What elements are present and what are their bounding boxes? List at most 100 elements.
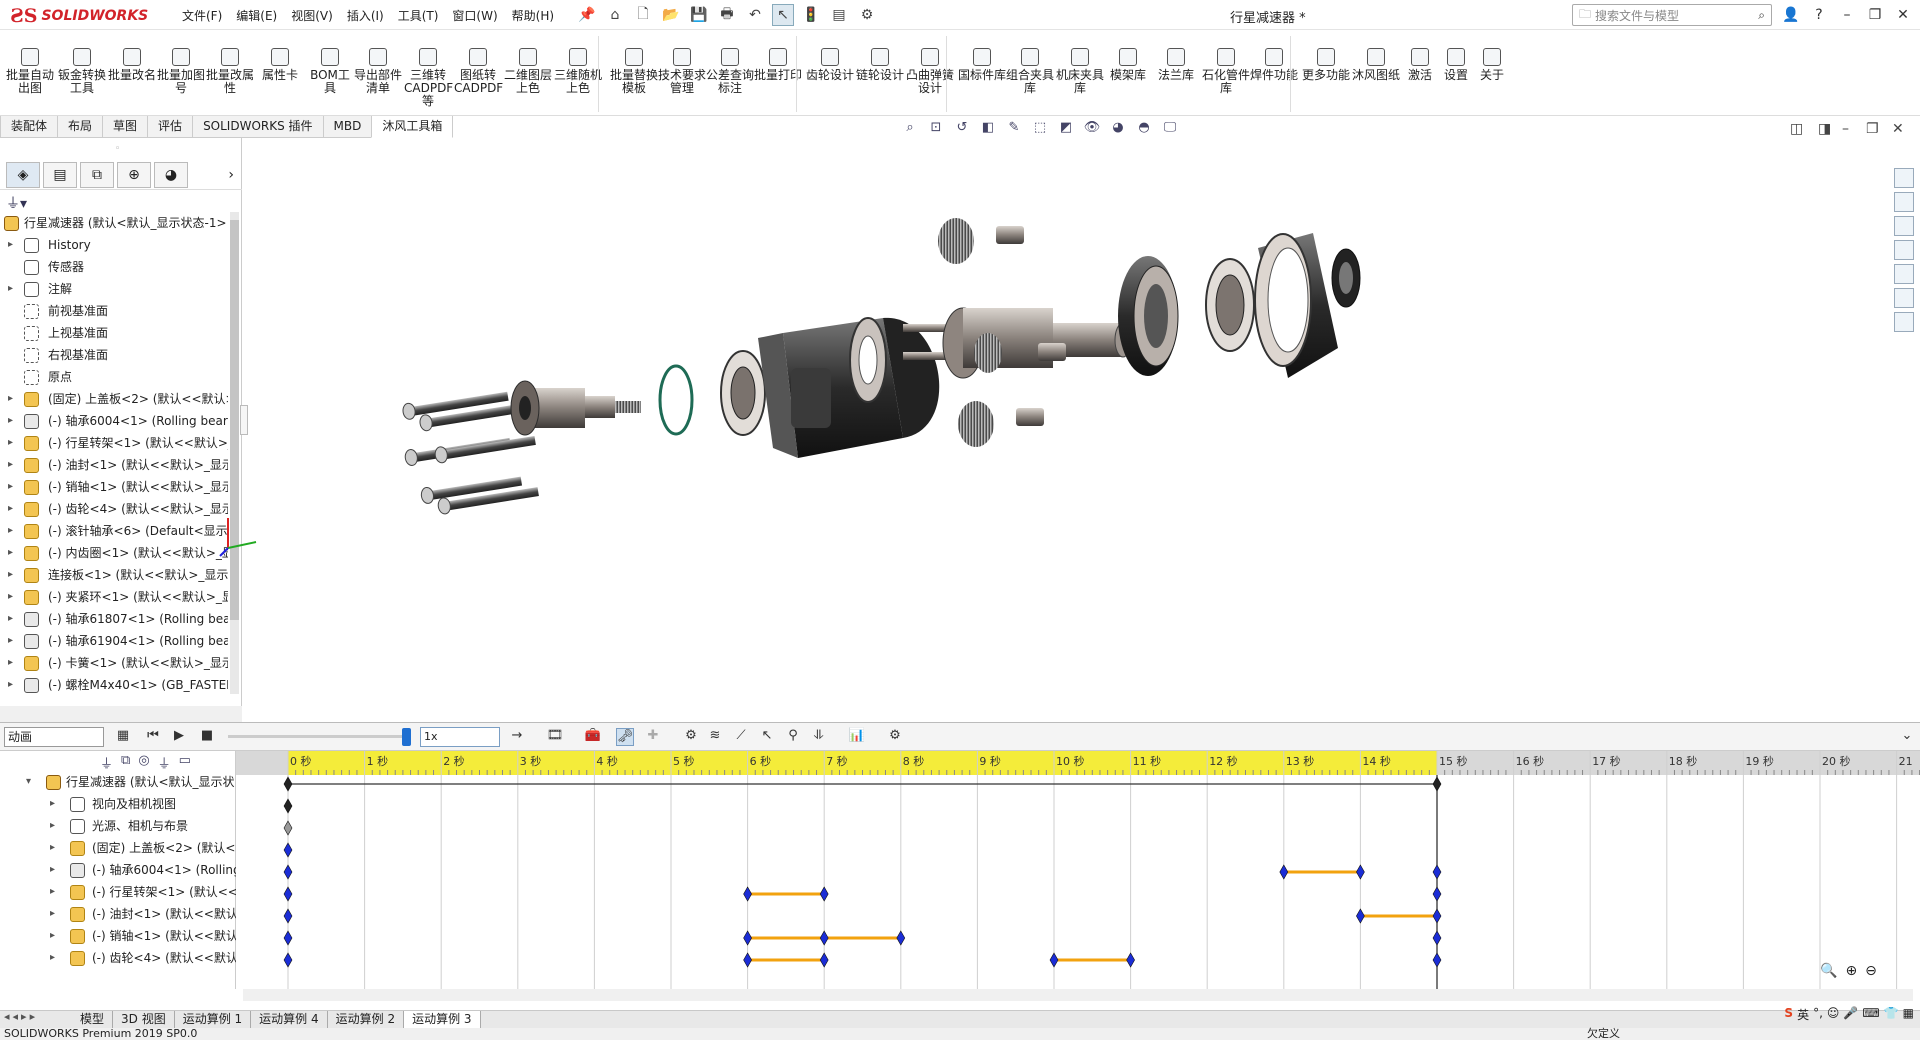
motion-tree-node[interactable]: ▸ (固定) 上盖板<2> (默认<: [0, 837, 236, 859]
ribbon-button[interactable]: 批量自动出图: [6, 48, 54, 116]
graphics-area[interactable]: [219, 138, 1913, 722]
previous-view-icon[interactable]: ↺: [952, 120, 972, 138]
file-explorer-icon[interactable]: [1894, 240, 1914, 260]
tab-mufeng-toolbox[interactable]: 沐风工具箱: [371, 116, 454, 138]
chevron-right-icon[interactable]: ›: [228, 167, 234, 183]
keyframe-marker[interactable]: [283, 952, 293, 968]
ribbon-button[interactable]: 关于: [1468, 48, 1516, 116]
tree-node[interactable]: ▸ 注解: [0, 278, 228, 300]
viewport-close-icon[interactable]: ✕: [1892, 121, 1904, 137]
play-from-start-icon[interactable]: ⏮: [144, 728, 162, 746]
stop-icon[interactable]: ■: [198, 728, 216, 746]
feature-manager-tab-icon[interactable]: ◈: [6, 161, 40, 188]
ribbon-button[interactable]: 批量加图号: [157, 48, 205, 116]
ribbon-button[interactable]: 法兰库: [1152, 48, 1200, 116]
keyframe-marker[interactable]: [283, 842, 293, 858]
ribbon-button[interactable]: 公差查询标注: [706, 48, 754, 116]
playback-mode-icon[interactable]: →: [508, 728, 526, 746]
expand-arrow-icon[interactable]: ▸: [8, 498, 18, 520]
menu-file[interactable]: 文件(F): [182, 7, 222, 24]
ribbon-button[interactable]: 链轮设计: [856, 48, 904, 116]
keyframe-marker[interactable]: [1432, 908, 1442, 924]
ime-language[interactable]: 英: [1797, 1006, 1809, 1023]
menu-insert[interactable]: 插入(I): [347, 7, 384, 24]
keyframe-marker[interactable]: [1432, 952, 1442, 968]
dimxpert-manager-tab-icon[interactable]: ⊕: [117, 161, 151, 188]
search-box[interactable]: 🗀 搜索文件与模型 ⌕: [1572, 4, 1772, 26]
keyframe-marker[interactable]: [283, 864, 293, 880]
motion-tree-node[interactable]: ▸ (-) 行星转架<1> (默认<<: [0, 881, 236, 903]
user-icon[interactable]: 👤: [1780, 4, 1802, 26]
zoom-to-fit-icon[interactable]: ⌕: [900, 120, 920, 138]
expand-arrow-icon[interactable]: ▸: [50, 947, 55, 969]
keyframe-marker[interactable]: [1049, 952, 1059, 968]
options-gear-icon[interactable]: ⚙: [856, 4, 878, 26]
expand-arrow-icon[interactable]: ▾: [26, 771, 31, 793]
motion-tree-node[interactable]: ▾ 行星减速器 (默认<默认_显示状: [0, 771, 236, 793]
ime-voice-icon[interactable]: 🎤: [1843, 1006, 1858, 1023]
viewport-tile-icon[interactable]: ◫: [1790, 121, 1803, 137]
ribbon-button[interactable]: 组合夹具库: [1006, 48, 1054, 116]
ribbon-button[interactable]: 沐风图纸: [1352, 48, 1400, 116]
ime-tools-icon[interactable]: ▦: [1903, 1006, 1914, 1023]
ribbon-button[interactable]: 批量替换模板: [610, 48, 658, 116]
tree-node[interactable]: 原点: [0, 366, 228, 388]
menu-view[interactable]: 视图(V): [291, 7, 333, 24]
select-cursor-icon[interactable]: ↖: [772, 4, 794, 26]
tab-assembly[interactable]: 装配体: [0, 116, 59, 138]
tree-node[interactable]: ▸ (-) 轴承6004<1> (Rolling bearin: [0, 410, 228, 432]
filter-icon[interactable]: ⏚▾: [6, 193, 27, 213]
pin-icon[interactable]: 📌: [576, 4, 598, 26]
keyframe-marker[interactable]: [1432, 930, 1442, 946]
ribbon-button[interactable]: 三维随机上色: [554, 48, 602, 116]
menu-tools[interactable]: 工具(T): [398, 7, 439, 24]
dynamic-annotation-icon[interactable]: ✎: [1004, 120, 1024, 138]
tree-node[interactable]: ▸ (-) 轴承61807<1> (Rolling bear: [0, 608, 228, 630]
apply-scene-icon[interactable]: ◓: [1134, 120, 1154, 138]
sogou-ime-icon[interactable]: S: [1784, 1006, 1793, 1023]
motion-tree-node[interactable]: ▸ (-) 齿轮<4> (默认<<默认: [0, 947, 236, 969]
traffic-light-icon[interactable]: 🚦: [800, 4, 822, 26]
keyframe-marker[interactable]: [1356, 864, 1365, 880]
collapse-motion-manager-icon[interactable]: ⌄: [1898, 728, 1916, 746]
display-style-icon[interactable]: ◩: [1056, 120, 1076, 138]
save-icon[interactable]: 💾: [688, 4, 710, 26]
tab-mbd[interactable]: MBD: [322, 116, 373, 138]
property-manager-tab-icon[interactable]: ▤: [43, 161, 77, 188]
ime-punct-icon[interactable]: °,: [1813, 1006, 1823, 1023]
contact-icon[interactable]: ⚲: [784, 728, 802, 746]
expand-arrow-icon[interactable]: ▸: [8, 564, 18, 586]
keyframe-marker[interactable]: [896, 930, 906, 946]
expand-arrow-icon[interactable]: ▸: [8, 586, 18, 608]
tree-scrollbar[interactable]: [230, 212, 239, 694]
ribbon-button[interactable]: 齿轮设计: [806, 48, 854, 116]
tab-motion-study-3[interactable]: 运动算例 3: [404, 1011, 481, 1029]
design-library-icon[interactable]: [1894, 216, 1914, 236]
zoom-in-timeline-icon[interactable]: ⊕: [1845, 963, 1857, 979]
motion-timeline[interactable]: 0 秒 1 秒 2 秒 3 秒 4 秒 5 秒 6 秒 7 秒 8 秒 9 秒 10 秒 11 秒 12…: [236, 751, 1920, 989]
motion-tree-node[interactable]: ▸ (-) 轴承6004<1> (Rolling: [0, 859, 236, 881]
filter-results-icon[interactable]: ⏚: [158, 753, 171, 772]
expand-arrow-icon[interactable]: ▸: [8, 520, 18, 542]
expand-arrow-icon[interactable]: ▸: [8, 476, 18, 498]
new-file-icon[interactable]: 🗋: [632, 4, 654, 26]
ime-emoji-icon[interactable]: ☺: [1827, 1006, 1840, 1023]
spring-icon[interactable]: ≋: [706, 728, 724, 746]
zoom-to-area-icon[interactable]: ⊡: [926, 120, 946, 138]
keyframe-marker[interactable]: [1432, 864, 1442, 880]
motion-tree-node[interactable]: ▸ 视向及相机视图: [0, 793, 236, 815]
print-icon[interactable]: 🖶: [716, 4, 738, 26]
zoom-to-fit-timeline-icon[interactable]: 🔍: [1820, 963, 1837, 979]
keyframe-marker[interactable]: [1432, 886, 1442, 902]
ribbon-button[interactable]: 更多功能: [1302, 48, 1350, 116]
pane-collapse-handle[interactable]: [240, 405, 248, 435]
keyframe-marker[interactable]: [1432, 776, 1442, 792]
animation-wizard-icon[interactable]: 🧰: [584, 728, 602, 746]
keyframe-marker[interactable]: [1279, 864, 1289, 880]
tree-node[interactable]: ▸ (-) 螺栓M4x40<1> (GB_FASTEN: [0, 674, 228, 696]
expand-arrow-icon[interactable]: ▸: [8, 630, 18, 652]
tree-node[interactable]: ▸ 连接板<1> (默认<<默认>_显示状: [0, 564, 228, 586]
tree-node[interactable]: ▸ (-) 卡簧<1> (默认<<默认>_显示: [0, 652, 228, 674]
keyframe-marker[interactable]: [283, 776, 293, 792]
hide-show-items-icon[interactable]: 👁: [1082, 120, 1102, 138]
